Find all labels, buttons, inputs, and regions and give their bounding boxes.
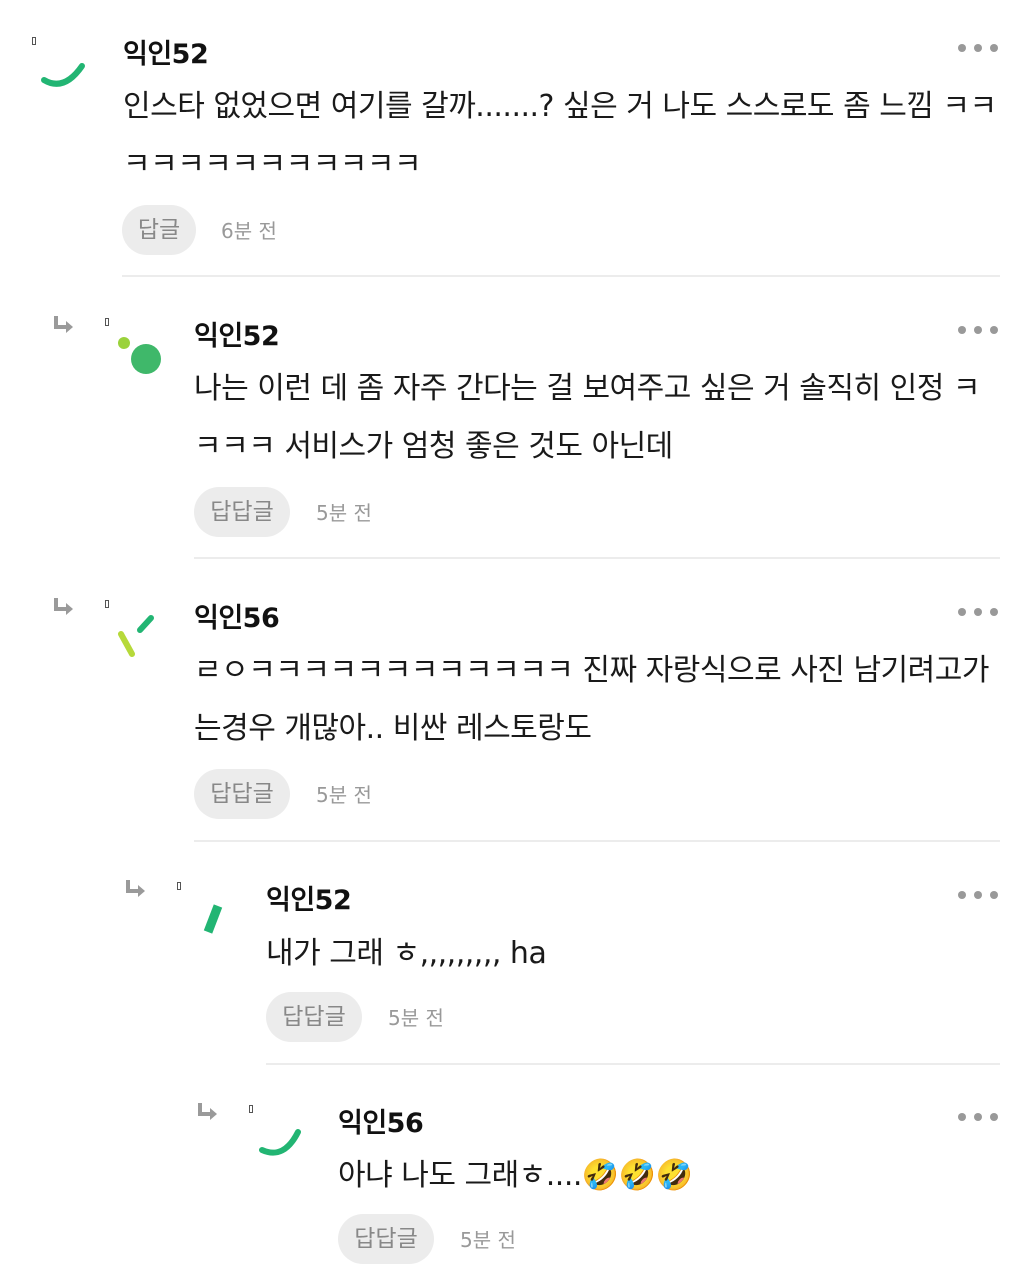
more-options-icon[interactable] xyxy=(958,1110,998,1124)
green-arc-avatar-icon xyxy=(259,1129,301,1156)
reply-arrow-icon xyxy=(126,880,145,897)
comment-author: 익인56 xyxy=(338,1108,424,1139)
comment-author: 익인52 xyxy=(266,885,352,916)
comment-text: 내가 그래 ㅎ,,,,,,,,, ha xyxy=(266,936,547,971)
comment-author: 익인52 xyxy=(194,321,280,352)
divider xyxy=(266,1063,1000,1065)
comment-time: 5분 전 xyxy=(388,1006,444,1030)
comment-text: 나는 이런 데 좀 자주 간다는 걸 보여주고 싶은 거 솔직히 인정 ㅋㅋㅋㅋ… xyxy=(194,371,980,464)
more-options-icon[interactable] xyxy=(958,605,998,619)
divider xyxy=(194,557,1000,559)
indicator-icon xyxy=(177,882,181,890)
comment-time: 5분 전 xyxy=(460,1228,516,1252)
green-strokes-avatar-icon xyxy=(118,615,154,657)
indicator-icon xyxy=(105,600,109,608)
reply-button[interactable]: 답글 xyxy=(122,205,196,255)
green-arc-avatar-icon xyxy=(41,63,85,87)
divider xyxy=(194,840,1000,842)
comment-text: 인스타 없었으면 여기를 갈까.......? 싶은 거 나도 스스로도 좀 느… xyxy=(123,89,997,182)
reply-arrow-icon xyxy=(198,1103,217,1120)
reply-arrow-icon xyxy=(54,598,73,615)
more-options-icon[interactable] xyxy=(958,323,998,337)
reply-button[interactable]: 답답글 xyxy=(266,992,362,1042)
comment-text: 아냐 나도 그래ㅎ....🤣🤣🤣 xyxy=(338,1158,693,1193)
green-bar-avatar-icon xyxy=(203,904,223,934)
comment-text: ㄹㅇㅋㅋㅋㅋㅋㅋㅋㅋㅋㅋㅋㅋ 진짜 자랑식으로 사진 남기려고가는경우 개많아.… xyxy=(194,653,989,746)
more-options-icon[interactable] xyxy=(958,41,998,55)
green-dots-avatar-icon xyxy=(118,337,161,374)
more-options-icon[interactable] xyxy=(958,888,998,902)
indicator-icon xyxy=(105,318,109,326)
divider xyxy=(122,275,1000,277)
comment-time: 5분 전 xyxy=(316,783,372,807)
reply-arrow-icon xyxy=(54,316,73,333)
comment-time: 6분 전 xyxy=(221,219,277,243)
comment-author: 익인56 xyxy=(194,603,280,634)
comment-author: 익인52 xyxy=(123,39,209,70)
comment-time: 5분 전 xyxy=(316,501,372,525)
reply-button[interactable]: 답답글 xyxy=(194,487,290,537)
reply-button[interactable]: 답답글 xyxy=(338,1214,434,1264)
reply-button[interactable]: 답답글 xyxy=(194,769,290,819)
